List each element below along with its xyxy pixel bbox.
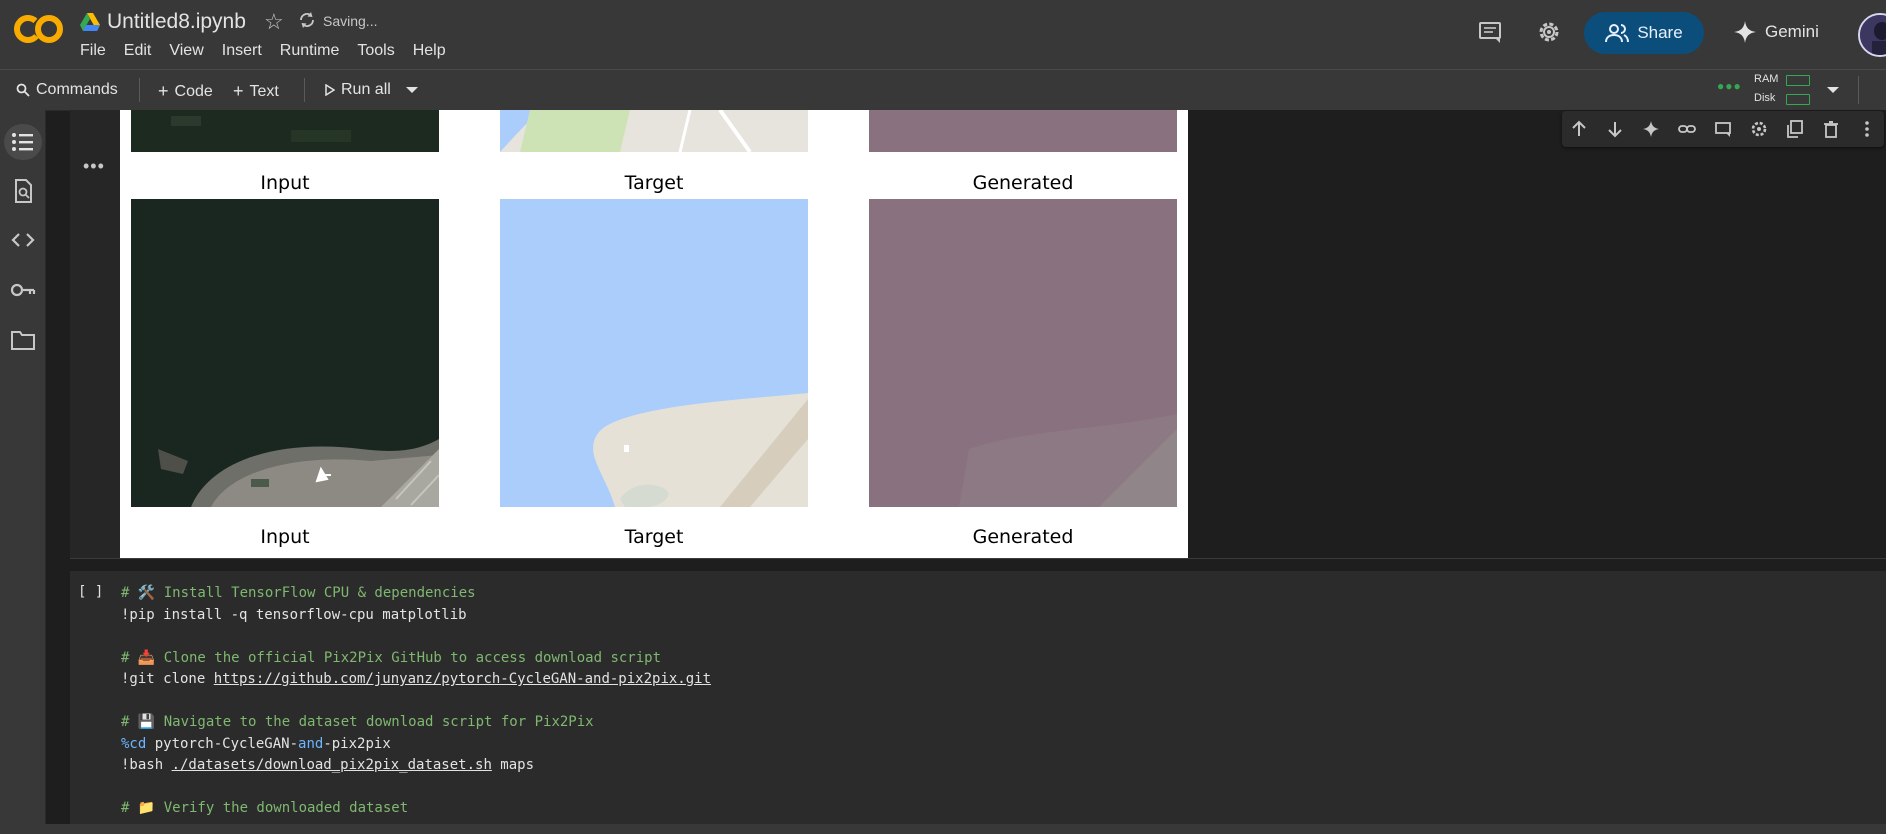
gear-icon[interactable] xyxy=(1750,120,1768,138)
move-up-icon[interactable] xyxy=(1570,120,1588,138)
text-label: Text xyxy=(249,82,279,100)
output-gutter xyxy=(70,110,120,558)
target-image-partial xyxy=(500,110,808,152)
generated-image xyxy=(869,199,1177,507)
share-label: Share xyxy=(1637,23,1683,42)
menu-tools[interactable]: Tools xyxy=(357,42,394,60)
commands-button[interactable]: Commands xyxy=(16,81,118,99)
cell-output: Input Target Generated Input Target Gene… xyxy=(120,110,1188,558)
caption-generated: Generated xyxy=(972,172,1074,194)
code-comment: # 📁 Verify the downloaded dataset xyxy=(121,800,409,816)
cell-divider xyxy=(70,558,1886,571)
run-all-label: Run all xyxy=(341,81,391,98)
link-icon[interactable] xyxy=(1678,120,1696,138)
code-line: !pip install -q tensorflow-cpu matplotli… xyxy=(121,606,467,623)
plus-icon: + xyxy=(233,81,244,101)
menu-edit[interactable]: Edit xyxy=(124,42,152,60)
run-cell-button[interactable]: [ ] xyxy=(78,584,103,600)
sparkle-icon xyxy=(1734,21,1756,43)
code-comment: # 🛠️ Install TensorFlow CPU & dependenci… xyxy=(121,585,476,601)
status-bar xyxy=(0,824,1886,834)
code-link[interactable]: https://github.com/junyanz/pytorch-Cycle… xyxy=(214,671,711,687)
menu-help[interactable]: Help xyxy=(413,42,446,60)
delete-icon[interactable] xyxy=(1822,120,1840,138)
target-map-image xyxy=(500,199,808,507)
caption-target: Target xyxy=(624,172,684,194)
gear-icon[interactable] xyxy=(1535,18,1563,46)
code-snippets-icon[interactable] xyxy=(10,227,36,253)
table-of-contents-icon[interactable] xyxy=(10,129,36,155)
commands-label: Commands xyxy=(36,81,118,98)
gemini-button[interactable]: Gemini xyxy=(1733,20,1819,44)
disk-label: Disk xyxy=(1754,92,1776,104)
input-image-partial xyxy=(131,110,439,152)
menu-view[interactable]: View xyxy=(169,42,203,60)
play-icon xyxy=(325,84,335,96)
toolbar-divider xyxy=(304,78,305,102)
caption-generated: Generated xyxy=(972,526,1074,548)
cell-toolbar xyxy=(1562,111,1884,147)
code-keyword: and xyxy=(298,735,324,752)
menu-bar: File Edit View Insert Runtime Tools Help xyxy=(80,42,464,60)
left-sidebar xyxy=(0,110,46,834)
gemini-label: Gemini xyxy=(1765,22,1819,41)
runtime-status-icon[interactable]: ●●● xyxy=(1717,79,1742,93)
mirror-cell-icon[interactable] xyxy=(1786,120,1804,138)
code-line: maps xyxy=(491,757,535,773)
output-menu-icon[interactable]: ••• xyxy=(83,156,105,177)
add-text-button[interactable]: + Text xyxy=(233,81,279,102)
move-down-icon[interactable] xyxy=(1606,120,1624,138)
caption-input: Input xyxy=(260,526,310,548)
comment-icon[interactable] xyxy=(1714,120,1732,138)
ram-label: RAM xyxy=(1754,73,1779,85)
caption-target: Target xyxy=(624,526,684,548)
code-editor[interactable]: # 🛠️ Install TensorFlow CPU & dependenci… xyxy=(121,583,711,820)
chevron-down-icon[interactable] xyxy=(1826,86,1840,94)
google-drive-icon[interactable] xyxy=(80,13,100,31)
people-icon xyxy=(1605,24,1630,43)
comment-icon[interactable] xyxy=(1476,18,1504,46)
user-photo xyxy=(1860,15,1886,55)
menu-insert[interactable]: Insert xyxy=(222,42,262,60)
input-satellite-image xyxy=(131,199,439,507)
toolbar-divider xyxy=(139,78,140,102)
code-path[interactable]: ./datasets/download_pix2pix_dataset.sh xyxy=(172,757,492,773)
add-code-button[interactable]: + Code xyxy=(158,81,213,102)
run-all-button[interactable]: Run all xyxy=(325,81,391,99)
generated-image-partial xyxy=(869,110,1177,152)
toolbar-divider xyxy=(1858,76,1859,104)
notebook-title[interactable]: Untitled8.ipynb xyxy=(107,10,246,34)
code-line: !git clone xyxy=(121,671,214,687)
sparkle-icon[interactable] xyxy=(1642,120,1660,138)
notebook-toolbar: Commands + Code + Text Run all xyxy=(0,69,1886,111)
more-vert-icon[interactable] xyxy=(1858,120,1876,138)
code-comment: # 📥 Clone the official Pix2Pix GitHub to… xyxy=(121,649,662,666)
code-magic: %cd xyxy=(121,735,147,752)
code-line: pytorch-CycleGAN- xyxy=(146,735,299,752)
code-line: !bash xyxy=(121,757,172,773)
chevron-down-icon[interactable] xyxy=(405,86,419,94)
share-button[interactable]: Share xyxy=(1584,12,1704,54)
code-label: Code xyxy=(174,82,213,100)
code-comment: # 💾 Navigate to the dataset download scr… xyxy=(121,714,594,730)
menu-file[interactable]: File xyxy=(80,42,106,60)
search-icon xyxy=(16,83,30,97)
disk-meter[interactable] xyxy=(1786,94,1810,105)
folder-icon[interactable] xyxy=(10,327,36,353)
app-header: Untitled8.ipynb ☆ Saving... File Edit Vi… xyxy=(0,0,1886,69)
sync-icon xyxy=(300,12,314,28)
code-line: -pix2pix xyxy=(323,735,391,752)
star-icon[interactable]: ☆ xyxy=(264,9,284,35)
key-icon[interactable] xyxy=(10,277,36,303)
colab-logo[interactable] xyxy=(14,12,64,46)
find-icon[interactable] xyxy=(10,178,36,204)
save-status: Saving... xyxy=(323,13,378,29)
ram-meter[interactable] xyxy=(1786,75,1810,86)
menu-runtime[interactable]: Runtime xyxy=(280,42,340,60)
plus-icon: + xyxy=(158,81,169,101)
avatar[interactable] xyxy=(1858,13,1886,57)
caption-input: Input xyxy=(260,172,310,194)
output-blank-area xyxy=(1188,110,1886,558)
